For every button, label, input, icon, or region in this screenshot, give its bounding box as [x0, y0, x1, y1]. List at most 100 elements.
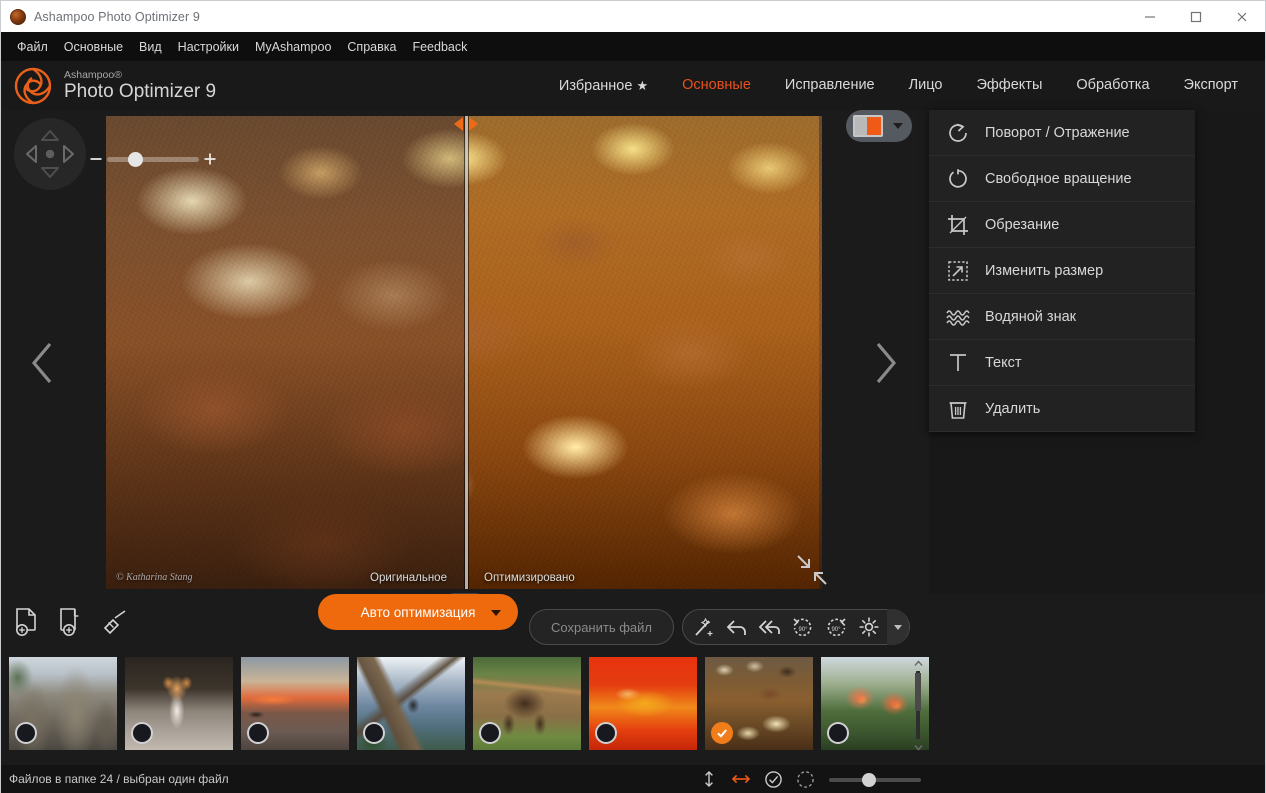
thumbnail-select-badge[interactable]	[131, 722, 153, 744]
split-handle-left-icon[interactable]	[454, 117, 463, 131]
fit-to-screen-icon[interactable]	[795, 553, 831, 589]
menu-watermark[interactable]: Водяной знак	[929, 294, 1195, 340]
rotate-flip-icon	[943, 118, 973, 148]
menu-text[interactable]: Текст	[929, 340, 1195, 386]
label-original: Оригинальное	[370, 572, 447, 584]
menu-item-file[interactable]: Файл	[9, 36, 56, 58]
thumbnail-bird-in-tree[interactable]	[357, 657, 465, 750]
gear-icon[interactable]	[852, 610, 885, 644]
thumbnail-horse-at-fence[interactable]	[473, 657, 581, 750]
dashed-circle-icon[interactable]	[795, 769, 815, 789]
flip-vertical-icon[interactable]	[699, 769, 719, 789]
scroll-up-icon[interactable]	[913, 659, 923, 667]
magic-wand-icon[interactable]	[687, 610, 720, 644]
thumbnail-select-badge[interactable]	[363, 722, 385, 744]
thumbnail-butterfly-on-flower[interactable]	[589, 657, 697, 750]
photo-watermark: © Katharina Stang	[116, 572, 193, 583]
menu-rotate-flip[interactable]: Поворот / Отражение	[929, 110, 1195, 156]
filmstrip-scroll-thumb[interactable]	[915, 673, 921, 711]
menu-bar: Файл Основные Вид Настройки MyAshampoo С…	[1, 32, 1265, 61]
menu-resize[interactable]: Изменить размер	[929, 248, 1195, 294]
brand: Ashampoo® Photo Optimizer 9	[11, 64, 216, 108]
pan-dpad-icon[interactable]	[14, 118, 86, 190]
split-compare-icon[interactable]	[846, 110, 912, 142]
brand-name: Photo Optimizer 9	[64, 81, 216, 103]
auto-optimize-label: Авто оптимизация	[361, 605, 476, 620]
status-slider[interactable]	[829, 778, 921, 782]
thumbnail-filmstrip[interactable]	[1, 651, 929, 765]
status-text: Файлов в папке 24 / выбран один файл	[9, 772, 229, 786]
undo-all-icon[interactable]	[753, 610, 786, 644]
scroll-down-icon[interactable]	[913, 743, 923, 751]
clear-brush-icon[interactable]	[97, 603, 133, 641]
brand-superscript: Ashampoo®	[64, 69, 216, 81]
compare-split-divider[interactable]	[465, 116, 468, 589]
undo-icon[interactable]	[720, 610, 753, 644]
tab-favorites[interactable]: Избранное ★	[542, 61, 665, 111]
rotate-left-90-icon[interactable]: 90°	[786, 610, 819, 644]
menu-item-feedback[interactable]: Feedback	[404, 36, 475, 58]
zoom-slider-track[interactable]	[107, 157, 199, 162]
edit-more-button[interactable]	[887, 609, 909, 645]
status-tools	[699, 769, 815, 789]
save-file-button[interactable]: Сохранить файл	[529, 609, 674, 645]
thumbnail-select-badge-checked[interactable]	[711, 722, 733, 744]
thumbnail-select-badge[interactable]	[595, 722, 617, 744]
menu-item-basic[interactable]: Основные	[56, 36, 131, 58]
image-viewer[interactable]: © Katharina Stang Оригинальное Оптимизир…	[106, 116, 822, 589]
thumbnail-orange-cat[interactable]	[125, 657, 233, 750]
close-icon[interactable]	[1219, 1, 1265, 32]
menu-crop[interactable]: Обрезание	[929, 202, 1195, 248]
menu-item-myashampoo[interactable]: MyAshampoo	[247, 36, 339, 58]
caret-down-icon[interactable]	[491, 610, 501, 616]
thumbnail-chocolate-market[interactable]	[705, 657, 813, 750]
tab-basic[interactable]: Основные	[665, 61, 768, 110]
side-panel: Поворот / Отражение Свободное вращение	[929, 110, 1265, 594]
menu-delete[interactable]: Удалить	[929, 386, 1195, 432]
menu-item-view[interactable]: Вид	[131, 36, 170, 58]
menu-crop-label: Обрезание	[985, 217, 1059, 233]
chevron-right-icon[interactable]	[863, 335, 907, 391]
tab-face[interactable]: Лицо	[892, 61, 960, 110]
menu-free-rotate-label: Свободное вращение	[985, 171, 1132, 187]
menu-delete-label: Удалить	[985, 401, 1040, 417]
compare-swatch-right	[867, 117, 881, 135]
tab-correction[interactable]: Исправление	[768, 61, 892, 110]
thumbnail-select-badge[interactable]	[15, 722, 37, 744]
tab-export[interactable]: Экспорт	[1167, 61, 1255, 110]
app-header: Ashampoo® Photo Optimizer 9 Избранное ★ …	[1, 61, 1265, 110]
crop-icon	[943, 210, 973, 240]
menu-resize-label: Изменить размер	[985, 263, 1103, 279]
chevron-left-icon[interactable]	[21, 335, 65, 391]
minus-icon[interactable]	[89, 152, 103, 166]
thumbnail-beach-sunset[interactable]	[241, 657, 349, 750]
save-file-label: Сохранить файл	[551, 620, 652, 635]
split-handle-right-icon[interactable]	[469, 117, 478, 131]
tab-processing[interactable]: Обработка	[1059, 61, 1166, 110]
status-slider-thumb[interactable]	[862, 773, 876, 787]
add-folder-icon[interactable]	[53, 603, 89, 641]
thumbnail-temple-ruins[interactable]	[9, 657, 117, 750]
rotate-right-90-icon[interactable]: 90°	[819, 610, 852, 644]
filmstrip-scrollbar[interactable]	[913, 659, 923, 751]
image-workspace: © Katharina Stang Оригинальное Оптимизир…	[1, 110, 929, 594]
flip-horizontal-icon[interactable]	[731, 769, 751, 789]
plus-icon[interactable]	[203, 152, 217, 166]
check-circle-icon[interactable]	[763, 769, 783, 789]
zoom-slider-thumb[interactable]	[128, 152, 143, 167]
right-column-filler	[929, 594, 1265, 765]
menu-item-settings[interactable]: Настройки	[170, 36, 247, 58]
zoom-slider[interactable]	[89, 148, 217, 170]
tab-effects[interactable]: Эффекты	[959, 61, 1059, 110]
auto-optimize-button[interactable]: Авто оптимизация	[318, 594, 518, 630]
menu-free-rotate[interactable]: Свободное вращение	[929, 156, 1195, 202]
thumbnail-select-badge[interactable]	[479, 722, 501, 744]
menu-item-help[interactable]: Справка	[339, 36, 404, 58]
maximize-icon[interactable]	[1173, 1, 1219, 32]
minimize-icon[interactable]	[1127, 1, 1173, 32]
edit-tools-group: 90° 90°	[682, 609, 910, 645]
add-file-icon[interactable]	[9, 603, 45, 641]
thumbnail-select-badge[interactable]	[827, 722, 849, 744]
caret-down-icon[interactable]	[893, 123, 903, 129]
thumbnail-select-badge[interactable]	[247, 722, 269, 744]
